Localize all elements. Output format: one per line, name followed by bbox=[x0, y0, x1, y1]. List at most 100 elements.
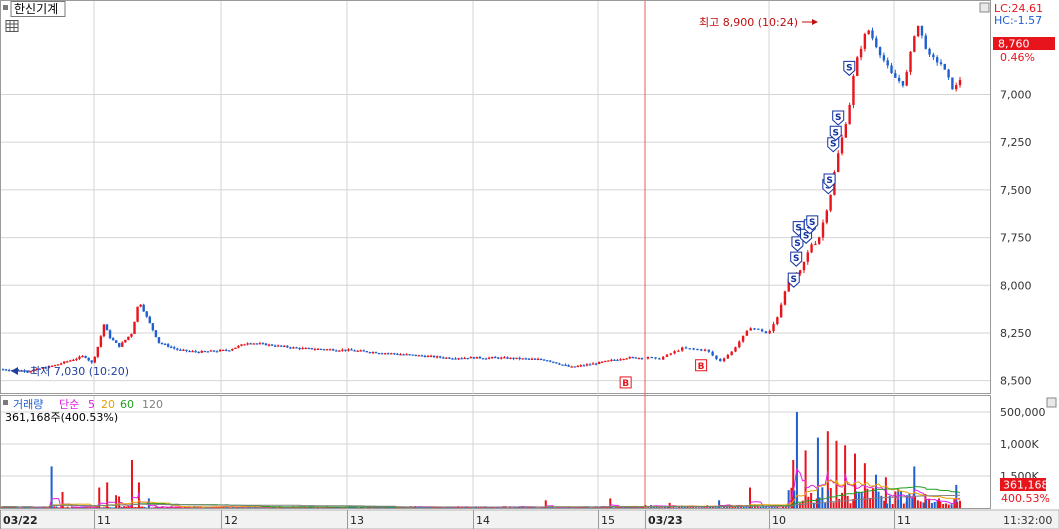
price-candle-body bbox=[542, 359, 546, 361]
volume-bar bbox=[62, 506, 65, 508]
price-candle-body bbox=[711, 351, 714, 356]
price-panel-scroll-button[interactable] bbox=[979, 2, 990, 13]
volume-bar bbox=[877, 491, 880, 508]
price-candle-body bbox=[634, 357, 638, 359]
price-candle-body bbox=[445, 357, 448, 359]
price-candle-body bbox=[127, 336, 130, 340]
volume-bar bbox=[922, 502, 925, 508]
price-candle-body bbox=[692, 348, 695, 350]
ma-period-60: 60 bbox=[120, 398, 134, 411]
time-tick-label: 15 bbox=[601, 514, 615, 527]
price-candle-body bbox=[749, 328, 752, 331]
price-candle-body bbox=[848, 104, 851, 125]
volume-bar bbox=[583, 507, 586, 508]
price-candle-body bbox=[240, 344, 243, 346]
volume-bar bbox=[925, 500, 928, 508]
volume-bar bbox=[661, 507, 664, 508]
price-candle-body bbox=[179, 349, 182, 351]
price-candle-body bbox=[344, 349, 347, 351]
volume-bar bbox=[720, 507, 723, 508]
price-candle-body bbox=[719, 358, 722, 362]
volume-bar bbox=[804, 450, 807, 508]
price-candle-body bbox=[304, 347, 307, 350]
price-candle-body bbox=[661, 356, 665, 360]
volume-bar bbox=[118, 506, 121, 508]
price-candle-body bbox=[943, 63, 946, 70]
price-candle-body bbox=[567, 365, 570, 367]
price-candle-body bbox=[530, 358, 534, 360]
price-candle-body bbox=[191, 351, 194, 353]
price-candle-body bbox=[561, 364, 564, 366]
price-candle-body bbox=[341, 349, 344, 351]
price-candle-body bbox=[133, 321, 136, 334]
price-candle-body bbox=[267, 344, 271, 346]
volume-bar bbox=[132, 507, 135, 508]
price-candle-body bbox=[594, 363, 598, 365]
price-candle-body bbox=[814, 243, 817, 246]
price-candle-body bbox=[87, 357, 90, 361]
time-tick-label: 11 bbox=[97, 514, 111, 527]
price-candle-body bbox=[646, 357, 650, 359]
price-candle-body bbox=[173, 347, 176, 349]
price-candle-body bbox=[310, 347, 314, 350]
price-candle-body bbox=[951, 77, 954, 90]
volume-panel-toggle-icon[interactable] bbox=[3, 400, 8, 405]
price-candle-body bbox=[631, 357, 634, 359]
high-label: 최고 8,900 (10:24) bbox=[699, 16, 798, 29]
price-candle-body bbox=[622, 358, 625, 361]
panel-toggle-icon[interactable] bbox=[3, 5, 8, 10]
price-candle-body bbox=[390, 353, 393, 355]
price-candle-body bbox=[882, 55, 886, 61]
price-candle-body bbox=[582, 365, 586, 367]
price-candle-body bbox=[878, 47, 882, 56]
volume-bar bbox=[109, 507, 112, 508]
price-candle-body bbox=[497, 357, 500, 359]
price-candle-body bbox=[185, 349, 188, 351]
volume-bar bbox=[942, 503, 945, 508]
price-candle-body bbox=[518, 357, 521, 359]
buy-signal-letter: B bbox=[622, 379, 629, 389]
time-tick-label: 10 bbox=[772, 514, 786, 527]
price-candle-body bbox=[157, 337, 161, 343]
price-candle-body bbox=[249, 343, 252, 345]
price-candle-body bbox=[628, 357, 631, 359]
price-candle-body bbox=[7, 370, 11, 372]
volume-bar bbox=[120, 506, 123, 508]
price-candle-body bbox=[228, 350, 231, 352]
volume-bar bbox=[900, 491, 903, 508]
table-view-icon[interactable] bbox=[5, 20, 19, 32]
volume-bar bbox=[846, 495, 849, 508]
price-candle-body bbox=[825, 210, 829, 223]
price-candle-body bbox=[715, 355, 718, 359]
price-candle-body bbox=[206, 351, 210, 353]
price-candle-body bbox=[916, 25, 920, 37]
last-volume-label: 361,168 bbox=[1003, 479, 1049, 492]
volume-bar bbox=[111, 507, 114, 508]
price-candle-body bbox=[555, 362, 558, 364]
volume-bar bbox=[779, 507, 782, 508]
price-panel-frame bbox=[0, 0, 991, 394]
volume-bar bbox=[798, 503, 801, 508]
price-candle-body bbox=[481, 358, 485, 360]
volume-tick-label: 500,000 bbox=[1000, 406, 1046, 419]
stock-chart[interactable]: BBSSSSSSSSSSSSS 8,5008,2508,0007,7507,50… bbox=[0, 0, 1059, 529]
price-candle-body bbox=[203, 350, 207, 353]
sell-signal-letter: S bbox=[846, 63, 852, 73]
price-candle-body bbox=[601, 361, 604, 363]
last-price-label: 8,760 bbox=[998, 38, 1030, 51]
price-candle-body bbox=[597, 361, 601, 365]
price-candle-body bbox=[745, 330, 749, 336]
price-candle-body bbox=[411, 354, 414, 356]
price-candle-body bbox=[576, 365, 579, 368]
volume-bar bbox=[768, 507, 770, 508]
last-change-label: 0.46% bbox=[1000, 51, 1035, 64]
volume-bar bbox=[821, 487, 824, 508]
volume-bar bbox=[697, 507, 700, 508]
price-candle-body bbox=[901, 81, 905, 86]
price-candle-body bbox=[503, 357, 506, 359]
price-candle-body bbox=[928, 48, 931, 55]
price-candle-body bbox=[524, 358, 527, 360]
volume-panel-scroll-button[interactable] bbox=[1046, 397, 1057, 408]
volume-bar bbox=[125, 506, 128, 508]
buy-signal-letter: B bbox=[698, 362, 705, 372]
